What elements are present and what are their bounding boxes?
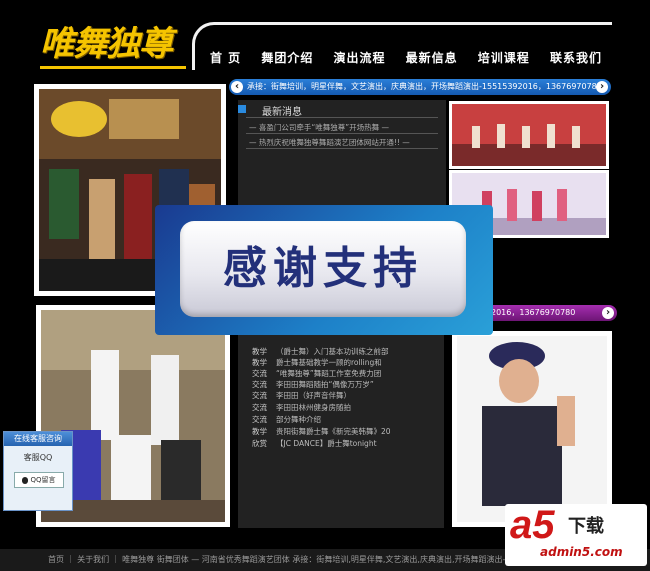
site-logo[interactable]: 唯舞独尊 [40, 18, 190, 70]
list-item[interactable]: 交流 李田田（好声音伴舞） [252, 391, 351, 401]
watermark-url: admin5.com [540, 545, 623, 559]
photo-dancer-portrait[interactable] [452, 331, 612, 527]
ticker-top: 承接：街舞培训，明星伴舞，文艺演出，庆典演出，开场舞蹈演出-1551539201… [229, 79, 611, 95]
ticker-prev-icon[interactable]: ‹ [231, 81, 243, 93]
list-item[interactable]: 教学 （爵士舞）入门基本功训练之前部 [252, 347, 389, 357]
list-item[interactable]: 教学 贵阳街舞爵士舞《新完美韩舞》20 [252, 427, 391, 437]
news-title: 最新消息 [262, 107, 302, 118]
list-item[interactable]: 交流 李田田林州健身房随拍 [252, 403, 351, 413]
watermark-download: 下载 [568, 516, 604, 537]
photo-stage-performance-art [452, 104, 606, 166]
footer-links[interactable]: 首页 ｜ 关于我们 ｜ 唯舞独尊 街舞团体 — 河南省优秀舞蹈演艺团体 承接：街… [48, 554, 511, 565]
photo-dancer-portrait-art [457, 336, 607, 522]
news-divider [246, 117, 438, 118]
list-item[interactable]: 交流 李田田舞蹈随拍“偶像万万岁” [252, 380, 374, 390]
ticker-bottom-next-icon[interactable]: › [602, 307, 614, 319]
nav-process[interactable]: 演出流程 [329, 49, 389, 66]
news-bullet-icon [238, 105, 246, 113]
nav-news[interactable]: 最新信息 [402, 49, 462, 66]
nav-contact[interactable]: 联系我们 [546, 49, 606, 66]
nav-training[interactable]: 培训课程 [474, 49, 534, 66]
thanks-text: 感谢支持 [223, 243, 423, 294]
nav-home[interactable]: 首 页 [206, 49, 245, 66]
photo-stage-performance[interactable] [449, 101, 609, 169]
qq-label: 客服QQ [23, 453, 53, 462]
ticker-top-text: 承接：街舞培训，明星伴舞，文艺演出，庆典演出，开场舞蹈演出-1551539201… [247, 82, 602, 91]
qq-message-button[interactable]: QQ留言 [14, 472, 64, 488]
news-divider [246, 148, 438, 149]
news-item[interactable]: — 热烈庆祝唯舞独尊舞蹈演艺团体网站开通!! — [249, 137, 410, 148]
news-item[interactable]: — 喜盈门公司牵手“唯舞独尊”开场热舞 — [249, 122, 389, 133]
qq-widget-title: 在线客服咨询 [4, 432, 72, 446]
watermark-logo: a5 [510, 503, 555, 547]
list-item[interactable]: 教学 爵士舞基础教学一顾的rolling和 [252, 358, 382, 368]
qq-penguin-icon [22, 476, 29, 484]
list-item[interactable]: 交流 部分舞种介绍 [252, 415, 321, 425]
list-item[interactable]: 交流 “唯舞独尊”舞蹈工作室免费力团 [252, 369, 381, 379]
list-item[interactable]: 欣赏 【JC DANCE】爵士舞tonight [252, 439, 377, 449]
ticker-next-icon[interactable]: › [596, 81, 608, 93]
logo-underline [40, 66, 186, 69]
news-divider [246, 133, 438, 134]
main-nav: 首 页 舞团介绍 演出流程 最新信息 培训课程 联系我们 [206, 40, 606, 74]
nav-about[interactable]: 舞团介绍 [257, 49, 317, 66]
